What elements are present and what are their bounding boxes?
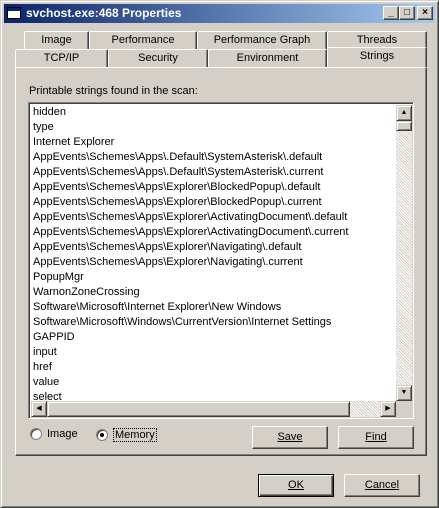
string-list-item[interactable]: input [33,345,348,360]
string-list-item[interactable]: Software\Microsoft\Internet Explorer\New… [33,300,348,315]
strings-listbox[interactable]: hidden type Internet Explorer AppEvents\Sch… [28,102,414,419]
string-list-item[interactable]: GAPPID [33,330,348,345]
ok-button-label: OK [288,479,304,491]
save-button[interactable]: Save [252,426,328,449]
string-list-item[interactable]: AppEvents\Schemes\Apps\.Default\SystemAs… [33,165,348,180]
image-radio-label: Image [47,428,78,440]
string-list-item[interactable]: AppEvents\Schemes\Apps\Explorer\BlockedP… [33,195,348,210]
string-list-item[interactable]: hidden [33,105,348,120]
maximize-button[interactable]: □ [399,6,415,20]
string-list-item[interactable]: value [33,375,348,390]
strings-list: hidden type Internet Explorer AppEvents\Sch… [33,105,348,405]
window-icon [7,7,21,19]
right-arrow-icon[interactable]: ▶ [380,401,396,417]
tab-strings[interactable]: Strings [327,47,427,67]
string-list-item[interactable]: AppEvents\Schemes\Apps\Explorer\Activati… [33,210,348,225]
left-arrow-icon[interactable]: ◀ [31,401,47,417]
string-list-item[interactable]: AppEvents\Schemes\Apps\Explorer\Navigati… [33,240,348,255]
string-list-item[interactable]: type [33,120,348,135]
memory-radio[interactable]: Memory [96,428,157,442]
close-button[interactable]: × [417,6,433,20]
tab-performance[interactable]: Performance [89,31,197,49]
tab-image[interactable]: Image [24,31,89,49]
string-list-item[interactable]: AppEvents\Schemes\Apps\Explorer\Navigati… [33,255,348,270]
horizontal-scroll-thumb[interactable] [47,401,350,417]
tab-performance-graph[interactable]: Performance Graph [197,31,327,49]
string-list-item[interactable]: Internet Explorer [33,135,348,150]
string-list-item[interactable]: AppEvents\Schemes\Apps\Explorer\BlockedP… [33,180,348,195]
strings-caption: Printable strings found in the scan: [29,85,198,97]
tab-security[interactable]: Security [108,49,208,67]
cancel-button[interactable]: Cancel [344,474,420,497]
find-button-label: Find [365,431,387,443]
string-list-item[interactable]: WarnonZoneCrossing [33,285,348,300]
tab-environment[interactable]: Environment [208,49,327,67]
memory-radio-circle[interactable] [96,429,108,441]
minimize-button[interactable]: _ [383,6,399,20]
string-list-item[interactable]: href [33,360,348,375]
horizontal-scrollbar[interactable]: ◀ ▶ [31,401,396,417]
ok-button[interactable]: OK [258,474,334,497]
string-list-item[interactable]: PopupMgr [33,270,348,285]
window-title: svchost.exe:468 Properties [26,6,182,20]
tab-tcpip[interactable]: TCP/IP [15,49,108,67]
image-radio-circle[interactable] [30,428,42,440]
find-button[interactable]: Find [338,426,414,449]
title-bar[interactable]: svchost.exe:468 Properties _ □ × [4,4,435,23]
up-arrow-icon[interactable]: ▲ [396,105,412,121]
string-list-item[interactable]: AppEvents\Schemes\Apps\.Default\SystemAs… [33,150,348,165]
string-list-item[interactable]: AppEvents\Schemes\Apps\Explorer\Activati… [33,225,348,240]
cancel-button-label: Cancel [364,479,400,491]
save-button-label: Save [277,431,303,443]
down-arrow-icon[interactable]: ▼ [396,385,412,401]
memory-radio-label: Memory [113,428,157,442]
string-list-item[interactable]: Software\Microsoft\Windows\CurrentVersio… [33,315,348,330]
properties-window: svchost.exe:468 Properties _ □ × Image P… [0,0,439,508]
vertical-scroll-thumb[interactable] [396,121,412,131]
vertical-scrollbar[interactable]: ▲ ▼ [396,105,412,401]
image-radio[interactable]: Image [30,428,78,440]
scrollbar-corner [396,401,412,417]
